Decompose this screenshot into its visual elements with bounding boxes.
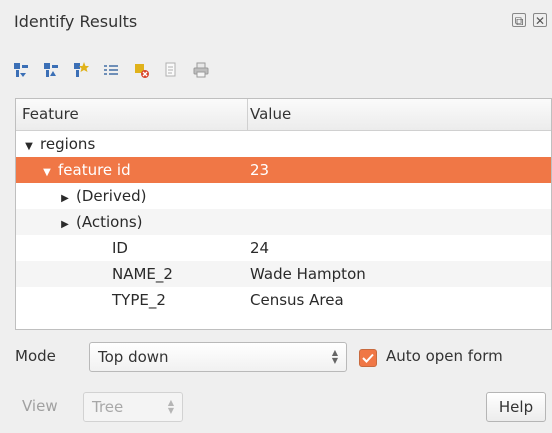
feature-label: (Actions) xyxy=(76,213,143,231)
tree-row[interactable]: ▼ feature id 23 xyxy=(16,157,551,183)
tree-row[interactable]: ID 24 xyxy=(16,235,551,261)
column-header-value[interactable]: Value xyxy=(250,105,291,123)
toolbar xyxy=(12,56,210,84)
mode-label: Mode xyxy=(15,347,56,365)
view-select[interactable]: Tree ▲ ▼ xyxy=(83,392,183,422)
tree-row[interactable]: ▶ (Actions) xyxy=(16,209,551,235)
feature-cell: ▶ (Derived) xyxy=(58,183,146,212)
float-icon[interactable]: ⧉ xyxy=(512,13,526,28)
tree-row[interactable]: NAME_2 Wade Hampton xyxy=(16,261,551,287)
mode-select-value: Top down xyxy=(98,348,169,366)
feature-cell: ▼ regions xyxy=(22,131,95,160)
tree-row[interactable]: ▼ regions xyxy=(16,131,551,157)
value-cell: 23 xyxy=(250,161,270,179)
feature-label: feature id xyxy=(58,161,131,179)
value-cell: 24 xyxy=(250,239,270,257)
updown-arrows-icon: ▲ ▼ xyxy=(331,348,338,365)
mode-select[interactable]: Top down ▲ ▼ xyxy=(89,342,347,372)
value-cell: Wade Hampton xyxy=(250,265,366,283)
feature-label: ID xyxy=(112,239,128,257)
feature-label: TYPE_2 xyxy=(112,291,166,309)
view-row: View Tree ▲ ▼ Help xyxy=(0,392,552,424)
view-select-value: Tree xyxy=(92,398,124,416)
feature-cell: TYPE_2 xyxy=(112,287,166,313)
collapse-tree-icon[interactable] xyxy=(42,61,60,79)
copy-feature-icon[interactable] xyxy=(162,61,180,79)
clear-results-icon[interactable] xyxy=(102,61,120,79)
column-divider[interactable] xyxy=(247,99,248,130)
title-bar: Identify Results ⧉ ✕ xyxy=(0,0,552,46)
print-icon[interactable] xyxy=(192,61,210,79)
updown-arrows-icon: ▲ ▼ xyxy=(167,398,174,415)
feature-cell: ID xyxy=(112,235,128,261)
expand-tree-icon[interactable] xyxy=(12,61,30,79)
checkmark-icon xyxy=(362,353,374,363)
tree-header: Feature Value xyxy=(16,99,551,131)
feature-cell: ▼ feature id xyxy=(40,157,131,186)
column-header-feature[interactable]: Feature xyxy=(22,105,79,123)
feature-label: regions xyxy=(40,135,96,153)
window-title: Identify Results xyxy=(14,12,138,31)
tree-rows: ▼ regions ▼ feature id 23 ▶ (Derived) ▶ (Actions… xyxy=(16,131,551,313)
auto-open-form-checkbox[interactable] xyxy=(359,349,377,367)
help-button[interactable]: Help xyxy=(486,392,546,422)
feature-label: NAME_2 xyxy=(112,265,173,283)
tree-row[interactable]: ▶ (Derived) xyxy=(16,183,551,209)
close-icon[interactable]: ✕ xyxy=(533,13,547,28)
view-label: View xyxy=(22,397,58,415)
feature-cell: ▶ (Actions) xyxy=(58,209,143,238)
tree-row[interactable]: TYPE_2 Census Area xyxy=(16,287,551,313)
clear-highlights-icon[interactable] xyxy=(132,61,150,79)
feature-cell: NAME_2 xyxy=(112,261,173,287)
feature-label: (Derived) xyxy=(76,187,147,205)
expand-new-results-icon[interactable] xyxy=(72,61,90,79)
mode-row: Mode Top down ▲ ▼ Auto open form xyxy=(0,342,552,374)
results-tree[interactable]: Feature Value ▼ regions ▼ feature id 23 ▶ (Der… xyxy=(15,98,552,330)
auto-open-form-label[interactable]: Auto open form xyxy=(386,347,503,365)
value-cell: Census Area xyxy=(250,291,344,309)
